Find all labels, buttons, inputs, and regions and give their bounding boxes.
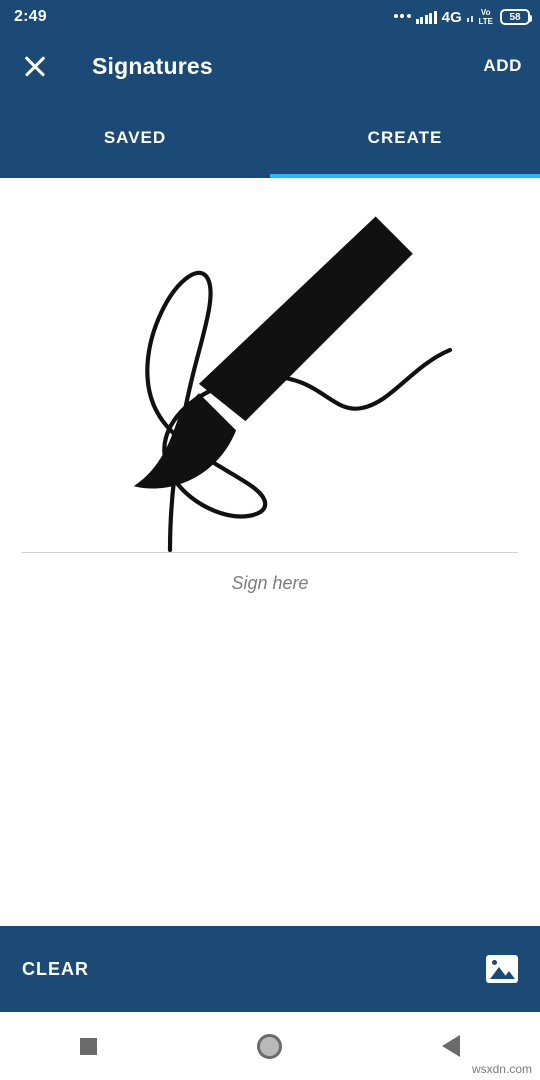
phone-screen: 2:49 4G Vo LTE 58 Signatures ADD SAVED C… [0, 0, 540, 1080]
status-icons: 4G Vo LTE 58 [393, 8, 532, 26]
image-mountain-shape-small [503, 971, 515, 979]
signal-strength-icon [415, 10, 437, 24]
system-nav-bar: wsxdn.com [0, 1012, 540, 1080]
signature-baseline [22, 552, 518, 553]
network-type-label: 4G [441, 8, 462, 26]
signal-strength-secondary-icon [466, 12, 474, 22]
watermark: wsxdn.com [471, 1062, 532, 1076]
circle-home-icon[interactable] [257, 1033, 282, 1059]
image-sun-shape [492, 960, 497, 965]
tab-saved[interactable]: SAVED [0, 98, 270, 178]
signature-pad-area[interactable]: Sign here [0, 178, 540, 926]
battery-icon: 58 [500, 9, 532, 25]
add-button[interactable]: ADD [483, 56, 522, 76]
image-picker-icon[interactable] [486, 955, 518, 983]
sign-here-hint: Sign here [231, 573, 309, 593]
app-bar: Signatures ADD [0, 34, 540, 98]
page-title: Signatures [92, 52, 213, 79]
volte-top: Vo [480, 8, 491, 17]
clear-button[interactable]: CLEAR [22, 959, 89, 980]
bottom-action-bar: CLEAR [0, 926, 540, 1012]
signature-canvas[interactable] [20, 180, 520, 552]
close-icon[interactable] [20, 51, 50, 81]
tab-bar: SAVED CREATE [0, 98, 540, 178]
volte-icon: Vo LTE [478, 8, 493, 26]
battery-percent: 58 [509, 11, 521, 23]
square-recents-icon[interactable] [80, 1037, 97, 1055]
more-dots-icon [393, 14, 411, 20]
brush-icon[interactable] [14, 178, 514, 542]
triangle-back-icon[interactable] [442, 1035, 460, 1057]
volte-bottom: LTE [478, 17, 493, 26]
tab-create[interactable]: CREATE [270, 98, 540, 178]
status-bar: 2:49 4G Vo LTE 58 [0, 0, 540, 34]
status-time: 2:49 [14, 8, 47, 25]
